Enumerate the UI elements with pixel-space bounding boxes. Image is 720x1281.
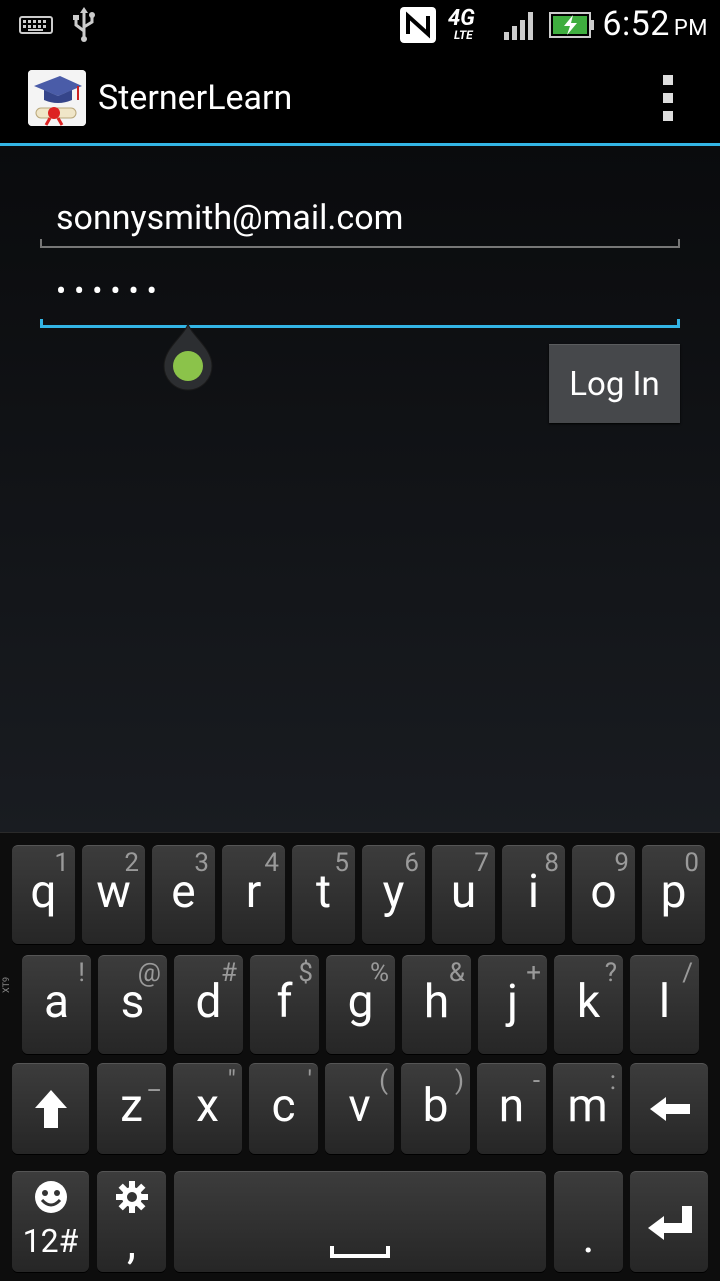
nfc-icon — [398, 0, 438, 50]
key-z[interactable]: _ z — [97, 1063, 166, 1154]
key-label: u — [450, 865, 477, 919]
key-p[interactable]: 0p — [642, 845, 705, 944]
email-value: sonnysmith@mail.com — [56, 198, 404, 238]
key-label: n — [498, 1079, 525, 1133]
key-label: e — [171, 865, 196, 919]
space-key[interactable] — [174, 1171, 546, 1272]
shift-key[interactable] — [12, 1063, 89, 1154]
key-m[interactable]: :m — [553, 1063, 622, 1154]
key-label: j — [506, 975, 518, 1029]
symbols-label: 12# — [22, 1222, 79, 1260]
password-field[interactable]: •••••• — [40, 270, 680, 328]
key-d[interactable]: # d — [174, 955, 243, 1054]
key-x[interactable]: " x — [173, 1063, 242, 1154]
key-label: z — [120, 1079, 143, 1133]
status-bar: 4G LTE 6:52 PM — [0, 0, 720, 50]
clock: 6:52 PM — [602, 4, 708, 44]
key-label: p — [660, 865, 687, 919]
key-label: x — [196, 1079, 219, 1133]
login-button[interactable]: Log In — [549, 344, 680, 423]
cursor-handle[interactable] — [162, 322, 214, 392]
key-a[interactable]: ! a — [22, 955, 91, 1054]
key-label: i — [527, 865, 540, 919]
key-g[interactable]: % g — [326, 955, 395, 1054]
action-bar: SternerLearn — [0, 50, 720, 146]
battery-charging-icon — [548, 0, 596, 50]
key-l[interactable]: / l — [630, 955, 699, 1054]
key-n[interactable]: -n — [477, 1063, 546, 1154]
key-label: f — [276, 975, 293, 1029]
usb-icon — [68, 0, 100, 50]
key-k[interactable]: ? k — [554, 955, 623, 1054]
password-value: •••••• — [56, 274, 165, 309]
key-j[interactable]: + j — [478, 955, 547, 1054]
app-title: SternerLearn — [98, 78, 293, 118]
key-f[interactable]: $ f — [250, 955, 319, 1054]
xt9-label: XT9 — [2, 976, 12, 993]
settings-comma-key[interactable]: , — [97, 1171, 166, 1272]
key-label: h — [423, 975, 450, 1029]
soft-keyboard: 1 q 2 w 3 e 4 r 5 t 6 y 7 u 8 i 9 o 0 p ! a @ s # d $ f% g & h + j? k / l _ z… — [0, 832, 720, 1281]
key-c[interactable]: ' c — [249, 1063, 318, 1154]
gear-icon — [116, 1181, 148, 1213]
key-s[interactable]: @ s — [98, 955, 167, 1054]
key-label: t — [315, 865, 332, 919]
key-b[interactable]: ) b — [401, 1063, 470, 1154]
key-label: v — [348, 1079, 371, 1133]
email-field[interactable]: sonnysmith@mail.com — [40, 192, 680, 248]
signal-icon — [500, 0, 540, 50]
login-form: sonnysmith@mail.com •••••• Log In — [0, 146, 720, 832]
key-t[interactable]: 5t — [292, 845, 355, 944]
keyboard-icon — [18, 0, 54, 50]
comma-label: , — [126, 1216, 137, 1270]
key-i[interactable]: 8i — [502, 845, 565, 944]
key-label: b — [422, 1079, 449, 1133]
key-label: k — [576, 975, 601, 1029]
key-label: s — [120, 975, 145, 1029]
key-label: g — [347, 975, 374, 1029]
key-label: o — [590, 865, 617, 919]
key-label: y — [382, 865, 405, 919]
key-o[interactable]: 9o — [572, 845, 635, 944]
network-sub-label: LTE — [454, 28, 473, 42]
network-4g-lte-icon: 4G LTE — [448, 0, 492, 50]
key-label: l — [658, 975, 671, 1029]
key-label: w — [96, 865, 131, 919]
key-v[interactable]: (v — [325, 1063, 394, 1154]
key-label: c — [271, 1079, 296, 1133]
key-y[interactable]: 6y — [362, 845, 425, 944]
key-q[interactable]: 1q — [12, 845, 75, 944]
key-e[interactable]: 3e — [152, 845, 215, 944]
app-logo-icon[interactable] — [28, 70, 86, 126]
key-label: q — [30, 865, 57, 919]
enter-key[interactable] — [630, 1171, 708, 1272]
symbols-key[interactable]: 12# — [12, 1171, 89, 1272]
key-label: a — [43, 975, 70, 1029]
overflow-menu-icon[interactable] — [656, 75, 680, 121]
key-label: d — [195, 975, 222, 1029]
key-label: r — [245, 865, 262, 919]
key-h[interactable]: & h — [402, 955, 471, 1054]
network-type-label: 4G — [448, 6, 475, 31]
key-label: m — [567, 1079, 608, 1133]
key-u[interactable]: 7u — [432, 845, 495, 944]
backspace-key[interactable] — [630, 1063, 708, 1154]
period-label: . — [582, 1210, 595, 1264]
period-key[interactable]: . — [554, 1171, 623, 1272]
key-w[interactable]: 2w — [82, 845, 145, 944]
key-r[interactable]: 4r — [222, 845, 285, 944]
